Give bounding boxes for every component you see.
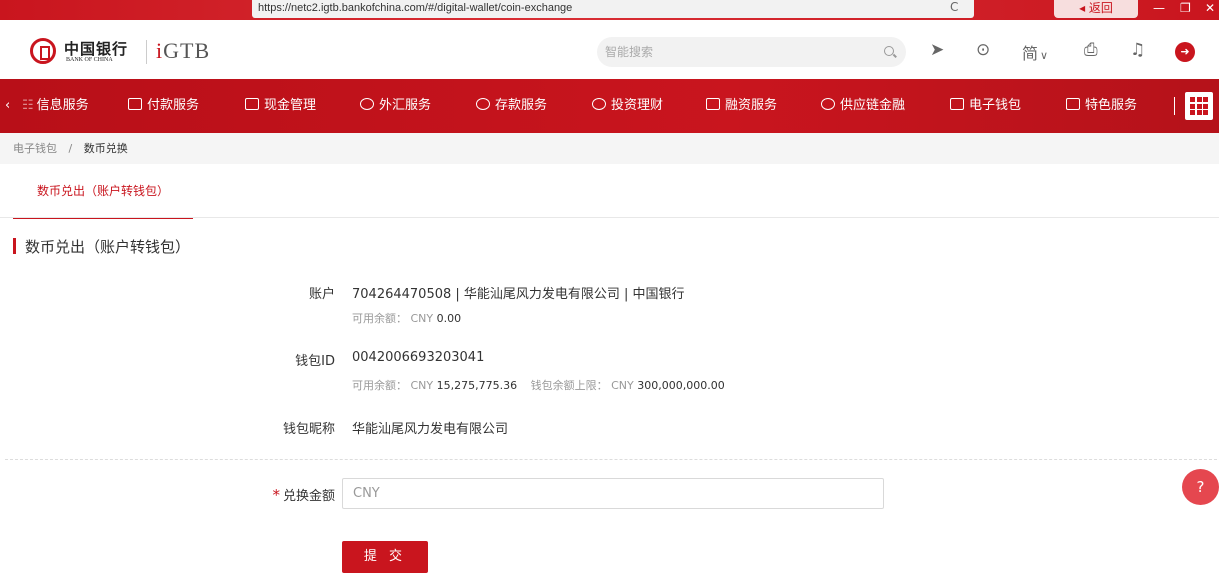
tab-coin-exchange-out[interactable]: 数币兑出（账户转钱包）: [13, 164, 193, 219]
account-label: 账户: [308, 287, 335, 302]
chevron-down-icon: ∨: [1040, 49, 1049, 62]
nav-label: 现金管理: [264, 98, 317, 113]
nav-label: 信息服务: [36, 98, 89, 113]
breadcrumb-parent[interactable]: 电子钱包: [13, 142, 57, 155]
grid-menu-icon[interactable]: [1185, 92, 1213, 120]
balance-label: 可用余额：: [352, 312, 407, 325]
send-icon[interactable]: ➤: [930, 40, 944, 60]
nav-item-e-wallet[interactable]: 电子钱包: [950, 79, 1021, 133]
nav-label: 外汇服务: [379, 98, 432, 113]
location-icon[interactable]: ⊙: [976, 40, 990, 60]
breadcrumb-separator: /: [68, 142, 73, 155]
main-nav: ‹ ☷ 信息服务 付款服务 现金管理 外汇服务 存款服务 投资理财 融资服务 供应…: [0, 79, 1219, 133]
nav-item-cash[interactable]: 现金管理: [245, 79, 316, 133]
wallet-id-value: 0042006693203041: [352, 350, 485, 365]
breadcrumb: 电子钱包 / 数币兑换: [0, 133, 1219, 164]
back-button-label: 返回: [1088, 1, 1113, 15]
nav-label: 特色服务: [1085, 98, 1138, 113]
investment-icon: [592, 98, 606, 110]
nav-label: 存款服务: [495, 98, 548, 113]
payment-icon: [128, 98, 142, 110]
print-icon[interactable]: ⎙: [1084, 40, 1098, 60]
nav-prev-icon[interactable]: ‹: [5, 79, 10, 133]
nav-label: 投资理财: [611, 98, 664, 113]
logo-divider: [146, 40, 147, 64]
form-divider: [5, 459, 1217, 460]
nav-label: 电子钱包: [969, 98, 1022, 113]
limit-currency: CNY: [611, 379, 634, 392]
fx-icon: [360, 98, 374, 110]
supply-chain-icon: [821, 98, 835, 110]
logout-icon[interactable]: ➜: [1175, 42, 1195, 62]
gtb-logo: iGTB: [156, 38, 211, 63]
browser-toolbar: https://netc2.igtb.bankofchina.com/#/dig…: [0, 0, 1219, 20]
nav-item-supply-chain[interactable]: 供应链金融: [821, 79, 905, 133]
back-button[interactable]: ◂ 返回: [1054, 0, 1138, 18]
balance-label: 可用余额：: [352, 379, 407, 392]
wallet-id-label: 钱包ID: [295, 354, 335, 369]
tab-underline: [0, 217, 1219, 218]
balance-value: 15,275,775.36: [436, 379, 518, 392]
wallet-balance: 可用余额： CNY 15,275,775.36 钱包余额上限： CNY 300,…: [352, 377, 725, 393]
bank-name-logo: 中国银行: [64, 40, 129, 58]
limit-label: 钱包余额上限：: [530, 379, 608, 392]
info-icon: ☷: [22, 98, 34, 113]
cash-icon: [245, 98, 259, 110]
help-icon[interactable]: ?: [1182, 469, 1219, 505]
nav-item-fx[interactable]: 外汇服务: [360, 79, 431, 133]
required-mark: *: [272, 486, 280, 504]
amount-placeholder: CNY: [353, 486, 380, 501]
account-value: 704264470508 | 华能汕尾风力发电有限公司 | 中国银行: [352, 287, 685, 302]
deposit-icon: [476, 98, 490, 110]
search-placeholder: 智能搜索: [605, 45, 654, 59]
amount-label: * 兑换金额: [135, 485, 335, 504]
boc-logo-icon: [30, 38, 56, 64]
nav-divider: [1174, 97, 1175, 115]
close-icon[interactable]: ✕: [1205, 1, 1215, 15]
amount-label-text: 兑换金额: [282, 489, 335, 504]
nav-label: 付款服务: [147, 98, 200, 113]
wallet-icon: [950, 98, 964, 110]
nav-item-info[interactable]: ☷ 信息服务: [22, 79, 89, 133]
account-balance: 可用余额： CNY 0.00: [352, 310, 461, 326]
nav-item-payment[interactable]: 付款服务: [128, 79, 199, 133]
nav-label: 融资服务: [725, 98, 778, 113]
restore-icon[interactable]: ❐: [1180, 1, 1191, 15]
balance-value: 0.00: [436, 312, 462, 325]
language-label: 简: [1022, 44, 1039, 63]
nav-item-special[interactable]: 特色服务: [1066, 79, 1137, 133]
special-service-icon: [1066, 98, 1080, 110]
balance-currency: CNY: [410, 379, 434, 392]
amount-input[interactable]: CNY: [342, 478, 884, 509]
nav-item-investment[interactable]: 投资理财: [592, 79, 663, 133]
search-icon[interactable]: [884, 46, 894, 56]
back-arrow-icon: ◂: [1079, 1, 1086, 15]
balance-currency: CNY: [410, 312, 434, 325]
address-bar[interactable]: https://netc2.igtb.bankofchina.com/#/dig…: [252, 0, 974, 18]
breadcrumb-current: 数币兑换: [83, 142, 128, 155]
section-title: 数币兑出（账户转钱包）: [13, 236, 190, 257]
search-input[interactable]: 智能搜索: [597, 37, 906, 67]
wallet-name-value: 华能汕尾风力发电有限公司: [352, 422, 509, 437]
bell-icon[interactable]: ♫: [1130, 40, 1145, 60]
nav-item-deposit[interactable]: 存款服务: [476, 79, 547, 133]
nav-item-financing[interactable]: 融资服务: [706, 79, 777, 133]
bank-name-en: BANK OF CHINA: [66, 57, 113, 63]
minimize-icon[interactable]: —: [1153, 1, 1165, 15]
submit-button[interactable]: 提 交: [342, 541, 428, 573]
limit-value: 300,000,000.00: [637, 379, 725, 392]
wallet-name-label: 钱包昵称: [282, 422, 335, 437]
financing-icon: [706, 98, 720, 110]
nav-label: 供应链金融: [840, 98, 906, 113]
language-switch[interactable]: 简 ∨: [1022, 40, 1048, 64]
